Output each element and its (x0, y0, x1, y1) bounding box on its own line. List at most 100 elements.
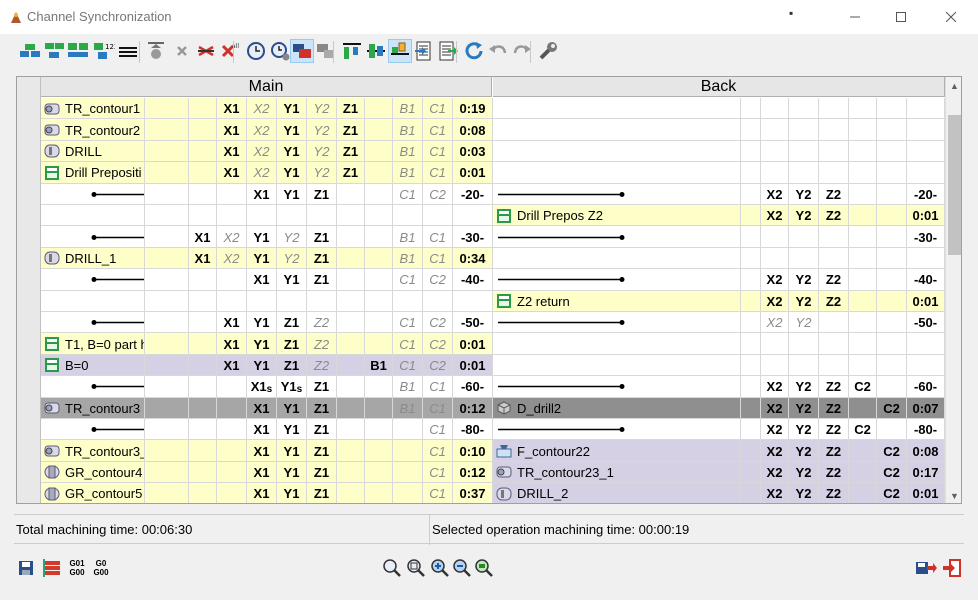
clock-gear-icon[interactable] (268, 39, 292, 63)
axis-cell (741, 483, 761, 503)
zoom-icon[interactable] (380, 555, 404, 581)
axis-cell: B1 (393, 376, 423, 398)
zoom-in-icon[interactable] (428, 555, 452, 581)
add-top-icon[interactable] (18, 39, 42, 63)
back-channel-row[interactable]: DRILL_2 X2 Y2 Z2 C2 0:01 (493, 483, 945, 503)
back-channel-row[interactable]: F_contour22 X2 Y2 Z2 C2 0:08 (493, 440, 945, 462)
main-channel-row[interactable]: TR_contour1 X1 X2 Y1 Y2 Z1 B1 C1 0:19 (41, 98, 493, 120)
exit-icon[interactable] (940, 555, 964, 581)
scroll-down-icon[interactable]: ▼ (946, 487, 961, 503)
back-channel-row[interactable] (493, 333, 945, 355)
maximize-button[interactable] (878, 0, 924, 34)
main-channel-row[interactable]: X1 Y1 Z1 C1 C2 -20- (41, 183, 493, 205)
zoom-fit-icon[interactable] (472, 555, 496, 581)
gcode-view-icon[interactable]: G01 G00 (66, 555, 88, 581)
axis-cell (849, 333, 877, 355)
clock-icon[interactable] (244, 39, 268, 63)
back-channel-row[interactable]: X2 Y2 Z2 C2 -60- (493, 376, 945, 398)
save-icon[interactable] (14, 555, 38, 581)
overlap-icon[interactable] (290, 39, 314, 63)
axis-cell: X2 (761, 461, 789, 484)
delete-sync-icon[interactable] (194, 39, 218, 63)
back-channel-row[interactable] (493, 98, 945, 120)
main-channel-row[interactable]: X1 X2 Y1 Y2 Z1 B1 C1 -30- (41, 226, 493, 248)
main-channel-row[interactable] (41, 290, 493, 312)
back-channel-row[interactable] (493, 354, 945, 377)
main-channel-row[interactable]: TR_contour2 X1 X2 Y1 Y2 Z1 B1 C1 0:08 (41, 119, 493, 141)
back-channel-row[interactable]: D_drill2 X2 Y2 Z2 C2 0:07 (493, 397, 945, 419)
scroll-up-icon[interactable]: ▲ (946, 77, 961, 94)
pin-icon[interactable] (144, 39, 168, 63)
back-channel-row[interactable]: Z2 return X2 Y2 Z2 0:01 (493, 290, 945, 312)
axis-cell: X2 (761, 183, 789, 205)
minimize-button[interactable] (832, 0, 878, 34)
back-channel-row[interactable] (493, 247, 945, 270)
green-operation-icon (45, 358, 59, 373)
axis-cell: B1 (393, 226, 423, 248)
axis-cell: B1 (393, 247, 423, 270)
save-exit-icon[interactable] (914, 555, 938, 581)
close-button[interactable] (928, 0, 974, 34)
main-channel-row[interactable]: X1 Y1 Z1 C1 -80- (41, 419, 493, 441)
doc-left-icon[interactable] (412, 39, 436, 63)
undo-icon[interactable] (486, 39, 510, 63)
back-channel-row[interactable]: X2 Y2 Z2 -20- (493, 183, 945, 205)
back-channel-row[interactable]: X2 Y2 Z2 -40- (493, 269, 945, 291)
main-channel-row[interactable]: T1, B=0 part h X1 Y1 Z1 Z2 C1 C2 0:01 (41, 333, 493, 355)
back-channel-row[interactable]: TR_contour23_1 X2 Y2 Z2 C2 0:17 (493, 461, 945, 484)
delete-all-icon[interactable]: all (218, 39, 242, 63)
axis-cell: B1 (393, 162, 423, 184)
main-channel-row[interactable]: B=0 X1 Y1 Z1 Z2 B1 C1 C2 0:01 (41, 354, 493, 377)
layers-icon[interactable] (40, 555, 64, 581)
align-hand-icon[interactable] (388, 39, 412, 63)
vertical-scrollbar[interactable]: ▲ ▼ (945, 77, 961, 503)
axis-cell: Y1 (247, 226, 277, 248)
mill-operation-icon (496, 445, 512, 458)
align-mid-icon[interactable] (364, 39, 388, 63)
axis-cell: Y2 (307, 119, 337, 141)
main-channel-row[interactable]: TR_contour3 X1 Y1 Z1 B1 C1 0:12 (41, 397, 493, 419)
main-channel-row[interactable]: Drill Prepositi X1 X2 Y1 Y2 Z1 B1 C1 0:01 (41, 162, 493, 184)
lines-icon[interactable] (116, 39, 140, 63)
refresh-icon[interactable] (462, 39, 486, 63)
axis-cell (819, 162, 849, 184)
axis-cell: Y2 (307, 162, 337, 184)
align-top-icon[interactable] (340, 39, 364, 63)
number-icon[interactable]: 123 (92, 39, 116, 63)
axis-cell: Z1 (337, 162, 365, 184)
axis-cell (741, 98, 761, 120)
back-channel-row[interactable]: X2 Y2 -50- (493, 312, 945, 334)
add-bottom-icon[interactable] (42, 39, 66, 63)
axis-cell (849, 247, 877, 270)
zoom-window-icon[interactable] (404, 555, 428, 581)
main-channel-row[interactable]: GR_contour5 X1 Y1 Z1 C1 0:37 (41, 483, 493, 503)
gcode-sync-icon[interactable]: G0 G00 (90, 555, 112, 581)
back-channel-row[interactable]: -30- (493, 226, 945, 248)
axis-cell (365, 162, 393, 184)
main-channel-row[interactable]: DRILL_1 X1 X2 Y1 Y2 Z1 B1 C1 0:34 (41, 247, 493, 270)
main-channel-row[interactable]: X1 Y1 Z1 C1 C2 -40- (41, 269, 493, 291)
main-channel-row[interactable]: X1 s Y1 s Z1 B1 C1 -60- (41, 376, 493, 398)
back-channel-row[interactable] (493, 140, 945, 163)
time-cell (907, 354, 945, 377)
wrench-icon[interactable] (536, 39, 560, 63)
delete-icon[interactable] (170, 39, 194, 63)
main-channel-row[interactable]: TR_contour3_ X1 Y1 Z1 C1 0:10 (41, 440, 493, 462)
back-channel-row[interactable]: Drill Prepos Z2 X2 Y2 Z2 0:01 (493, 205, 945, 227)
add-both-icon[interactable] (66, 39, 90, 63)
axis-cell: Y1 (277, 183, 307, 205)
axis-cell (365, 397, 393, 419)
overlap2-icon[interactable] (314, 39, 338, 63)
main-channel-row[interactable]: DRILL X1 X2 Y1 Y2 Z1 B1 C1 0:03 (41, 140, 493, 163)
main-channel-row[interactable]: GR_contour4 X1 Y1 Z1 C1 0:12 (41, 461, 493, 484)
time-cell (907, 98, 945, 120)
back-channel-row[interactable] (493, 162, 945, 184)
time-cell (907, 247, 945, 270)
back-channel-row[interactable] (493, 119, 945, 141)
back-channel-row[interactable]: X2 Y2 Z2 C2 -80- (493, 419, 945, 441)
scroll-thumb[interactable] (948, 115, 961, 255)
axis-cell (877, 226, 907, 248)
main-channel-row[interactable]: X1 Y1 Z1 Z2 C1 C2 -50- (41, 312, 493, 334)
main-channel-row[interactable] (41, 205, 493, 227)
zoom-out-icon[interactable] (450, 555, 474, 581)
